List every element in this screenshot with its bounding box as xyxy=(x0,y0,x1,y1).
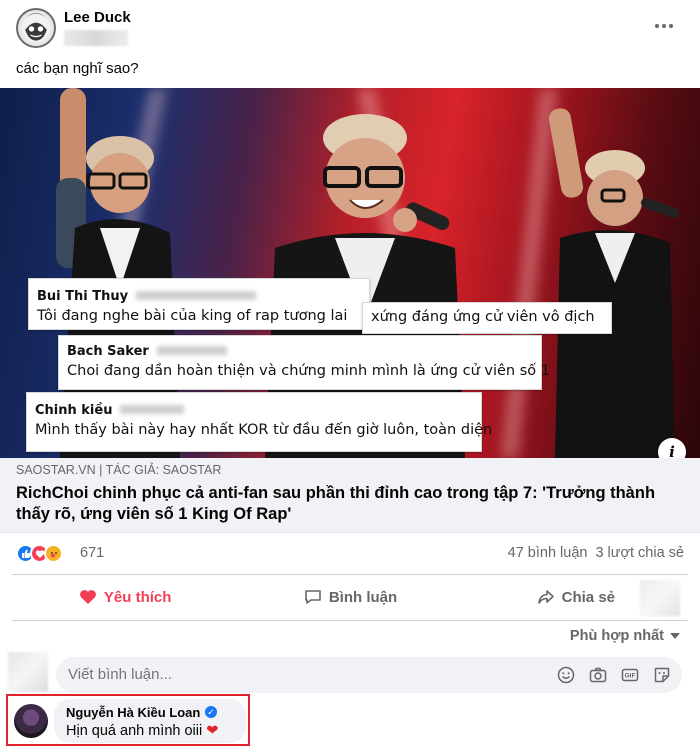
commenter-avatar[interactable] xyxy=(14,704,48,738)
action-bar: Yêu thích Bình luận Chia sẻ xyxy=(12,578,688,616)
author-avatar[interactable] xyxy=(16,8,56,48)
blurred-avatar-right xyxy=(640,580,680,616)
caret-down-icon xyxy=(670,633,680,639)
share-label: Chia sẻ xyxy=(561,588,615,606)
comment-composer[interactable]: GIF xyxy=(56,657,682,693)
heart-icon xyxy=(79,590,96,604)
comment-sort-dropdown[interactable]: Phù hợp nhất xyxy=(570,628,680,644)
like-label: Yêu thích xyxy=(103,588,172,606)
comment-input[interactable] xyxy=(68,666,468,683)
commenter-name[interactable]: Nguyễn Hà Kiều Loan xyxy=(66,705,200,720)
author-name[interactable]: Lee Duck xyxy=(64,9,131,26)
link-preview[interactable]: SAOSTAR.VN | TÁC GIẢ: SAOSTAR RichChoi c… xyxy=(0,458,700,533)
link-source: SAOSTAR.VN | TÁC GIẢ: SAOSTAR xyxy=(16,463,222,477)
divider xyxy=(12,574,688,575)
link-title[interactable]: RichChoi chinh phục cả anti-fan sau phần… xyxy=(16,483,686,525)
post-meta-blurred xyxy=(64,30,128,46)
comment-icon xyxy=(305,590,321,604)
current-user-avatar xyxy=(8,652,48,692)
share-icon xyxy=(537,590,554,604)
more-options-button[interactable] xyxy=(650,16,678,36)
quoted-comment-2: xứng đáng ứng cử viên vô địch xyxy=(362,302,612,334)
reaction-icons[interactable] xyxy=(16,544,63,563)
performer-right xyxy=(548,108,680,458)
comment-button[interactable]: Bình luận xyxy=(237,578,462,616)
comment-bubble: Nguyễn Hà Kiều Loan ✓ Hịn quá anh mình o… xyxy=(54,699,246,743)
sort-label: Phù hợp nhất xyxy=(569,628,664,644)
divider xyxy=(12,620,688,621)
comment-count[interactable]: 47 bình luận xyxy=(508,545,588,561)
post-stats: 671 47 bình luận 3 lượt chia sẻ xyxy=(0,536,700,570)
post-text: các bạn nghĩ sao? xyxy=(16,60,139,77)
svg-text:GIF: GIF xyxy=(625,673,636,680)
emoji-icon[interactable] xyxy=(556,665,576,685)
post-header: Lee Duck xyxy=(0,0,700,56)
reaction-count[interactable]: 671 xyxy=(80,545,104,561)
highlighted-comment: Nguyễn Hà Kiều Loan ✓ Hịn quá anh mình o… xyxy=(6,694,250,746)
gif-icon[interactable]: GIF xyxy=(620,665,640,685)
share-count[interactable]: 3 lượt chia sẻ xyxy=(595,545,684,561)
post-image[interactable]: Bui Thi Thuy Tôi đang nghe bài của king … xyxy=(0,88,700,458)
comment-label: Bình luận xyxy=(328,588,398,606)
quoted-comment-4: Chinh kiều Mình thấy bài này hay nhất KO… xyxy=(26,392,492,452)
heart-emoji-icon: ❤ xyxy=(206,723,219,739)
quoted-comment-3: Bach Saker Choi đang dần hoàn thiện và c… xyxy=(58,335,550,390)
quoted-comment-1: Bui Thi Thuy Tôi đang nghe bài của king … xyxy=(28,278,370,330)
comment-text: Hịn quá anh mình oiii ❤ xyxy=(66,723,219,739)
camera-icon[interactable] xyxy=(588,665,608,685)
verified-badge-icon: ✓ xyxy=(205,706,217,718)
like-button[interactable]: Yêu thích xyxy=(12,578,237,616)
sticker-icon[interactable] xyxy=(652,665,672,685)
care-reaction-icon xyxy=(44,544,63,563)
